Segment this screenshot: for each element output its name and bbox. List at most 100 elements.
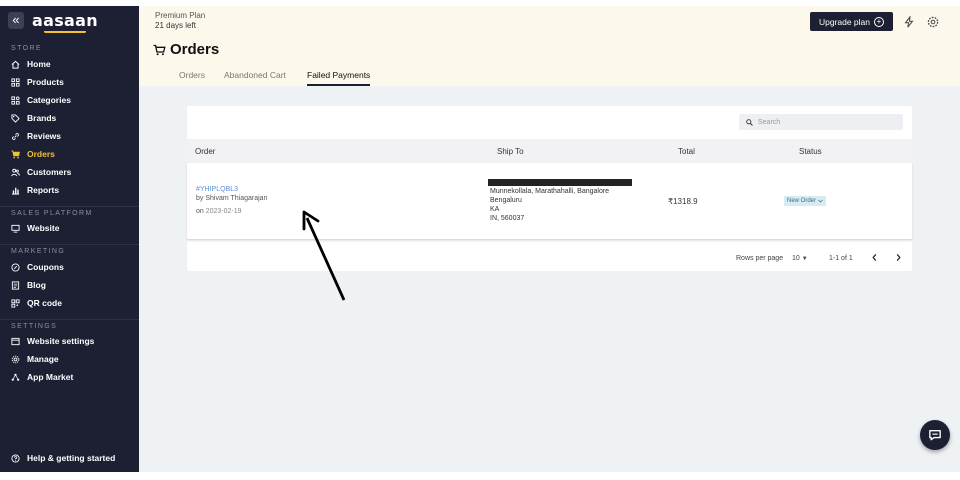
qr-icon [10, 298, 20, 308]
status-dropdown[interactable]: New Order [784, 196, 827, 206]
sidebar-item-label: Reports [27, 185, 60, 195]
app-logo[interactable]: aasaan [32, 11, 98, 30]
orders-cart-icon [153, 44, 166, 56]
sidebar-item-label: Coupons [27, 262, 64, 272]
sidebar-item-label: Products [27, 77, 64, 87]
document-icon [10, 280, 20, 290]
apps-icon [10, 372, 20, 382]
search-icon [746, 118, 753, 126]
bar-chart-icon [10, 185, 20, 195]
sidebar-divider [0, 244, 139, 245]
plus-circle-icon: + [874, 16, 885, 27]
order-date-prefix: on [196, 208, 204, 215]
categories-icon [10, 95, 20, 105]
rows-per-page-select[interactable]: 10 ▼ [792, 255, 808, 262]
sidebar-item-blog[interactable]: Blog [10, 278, 46, 292]
sidebar-item-reviews[interactable]: Reviews [10, 129, 61, 143]
browser-icon [10, 336, 20, 346]
coupon-icon [10, 262, 20, 272]
pagination-range: 1-1 of 1 [829, 255, 853, 262]
sidebar-item-orders[interactable]: Orders [10, 147, 55, 161]
main-content: Search Order Ship To Total Status #YHIPL… [139, 86, 960, 472]
lightning-icon[interactable] [903, 14, 915, 28]
tag-icon [10, 113, 20, 123]
redacted-name-bar [488, 179, 632, 186]
column-order: Order [195, 147, 216, 156]
sidebar-item-label: Website [27, 223, 60, 233]
sidebar-item-customers[interactable]: Customers [10, 165, 71, 179]
status-label: New Order [787, 198, 817, 204]
gear-icon [10, 354, 20, 364]
sidebar-item-label: Website settings [27, 336, 95, 346]
sidebar: « aasaan STORE Home Products Categories … [0, 6, 139, 472]
prev-page-button[interactable] [871, 253, 878, 264]
upgrade-plan-button[interactable]: Upgrade plan + [810, 12, 893, 31]
collapse-sidebar-button[interactable]: « [8, 12, 24, 29]
help-label: Help & getting started [27, 453, 116, 463]
section-store: STORE [11, 45, 42, 52]
sidebar-item-label: Reviews [27, 131, 62, 141]
rows-per-page-label: Rows per page [736, 255, 784, 262]
sidebar-item-coupons[interactable]: Coupons [10, 260, 64, 274]
plan-name: Premium Plan [155, 11, 206, 20]
sidebar-item-website[interactable]: Website [10, 221, 59, 235]
sidebar-item-reports[interactable]: Reports [10, 183, 59, 197]
plan-days-left: 21 days left [155, 21, 196, 30]
order-date: 2023-02-19 [205, 208, 242, 215]
cart-icon [10, 149, 20, 159]
column-ship-to: Ship To [497, 147, 524, 156]
tab-abandoned-cart[interactable]: Abandoned Cart [224, 70, 286, 86]
home-icon [10, 59, 20, 69]
rows-per-page-value: 10 [792, 255, 800, 262]
sidebar-item-website-settings[interactable]: Website settings [10, 334, 94, 348]
column-total: Total [678, 147, 695, 156]
users-icon [10, 167, 20, 177]
help-link[interactable]: Help & getting started [10, 451, 115, 465]
logo-underline [44, 30, 86, 33]
link-icon [10, 131, 20, 141]
sidebar-divider [0, 206, 139, 207]
sidebar-item-label: Customers [27, 167, 72, 177]
tab-orders[interactable]: Orders [179, 70, 205, 86]
sidebar-item-home[interactable]: Home [10, 57, 51, 71]
sidebar-item-label: Orders [27, 149, 55, 159]
app-window: « aasaan STORE Home Products Categories … [0, 0, 960, 480]
table-row[interactable]: #YHIPLQBL3 by Shivam Thiagarajan on 2023… [187, 163, 912, 240]
chevron-down-icon [818, 199, 823, 203]
caret-down-icon: ▼ [801, 256, 808, 262]
chevron-right-icon [896, 254, 901, 261]
address-line-1: Munnekollala, Marathahalli, Bangalore [490, 188, 610, 195]
help-icon [10, 453, 20, 463]
page-title: Orders [170, 41, 220, 58]
sidebar-item-label: Categories [27, 95, 71, 105]
sidebar-item-qr-code[interactable]: QR code [10, 296, 62, 310]
column-status: Status [799, 147, 822, 156]
sidebar-item-label: Brands [27, 113, 57, 123]
page-header: Premium Plan 21 days left Upgrade plan +… [139, 6, 960, 86]
order-date-line: on 2023-02-19 [196, 208, 242, 215]
order-customer: by Shivam Thiagarajan [196, 195, 268, 202]
tab-failed-payments[interactable]: Failed Payments [307, 70, 371, 86]
sidebar-item-products[interactable]: Products [10, 75, 64, 89]
sidebar-item-label: Manage [27, 354, 59, 364]
next-page-button[interactable] [895, 253, 902, 264]
address-line-4: IN, 560037 [490, 215, 525, 222]
chat-button[interactable] [920, 420, 950, 450]
sidebar-item-brands[interactable]: Brands [10, 111, 56, 125]
sidebar-item-manage[interactable]: Manage [10, 352, 59, 366]
search-input[interactable]: Search [739, 114, 903, 130]
chat-icon [929, 430, 941, 441]
settings-gear-icon[interactable] [927, 15, 939, 28]
sidebar-item-app-market[interactable]: App Market [10, 370, 73, 384]
orders-table-card: Search Order Ship To Total Status #YHIPL… [187, 106, 912, 271]
sidebar-item-label: QR code [27, 298, 62, 308]
section-sales-platform: SALES PLATFORM [11, 210, 93, 217]
address-line-2: Bengaluru [490, 197, 522, 204]
monitor-icon [10, 223, 20, 233]
sidebar-item-categories[interactable]: Categories [10, 93, 71, 107]
sidebar-item-label: App Market [27, 372, 74, 382]
sidebar-item-label: Home [27, 59, 51, 69]
section-marketing: MARKETING [11, 248, 66, 255]
order-id-link[interactable]: #YHIPLQBL3 [196, 186, 238, 193]
sidebar-divider [0, 319, 139, 320]
